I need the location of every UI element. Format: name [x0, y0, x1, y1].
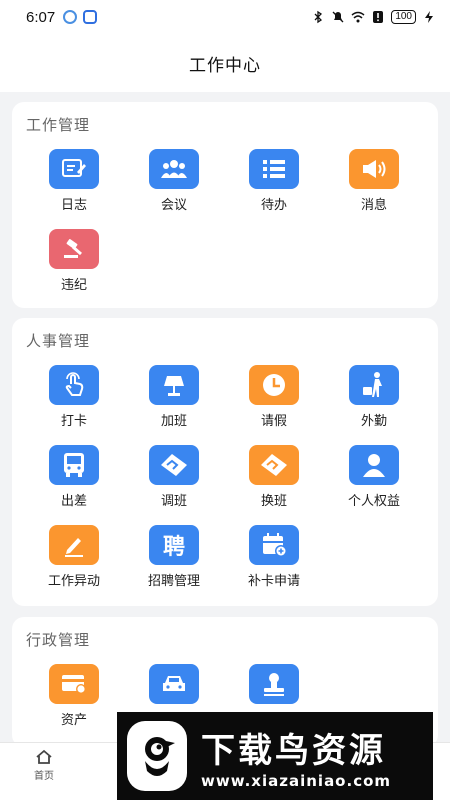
tile-discipline[interactable]: 违纪: [24, 229, 124, 301]
bird-logo-icon: [127, 721, 187, 791]
tile-label: 资产: [60, 713, 87, 728]
meeting-icon: [149, 149, 199, 189]
tile-label: 调班: [160, 494, 187, 509]
nav-home-label: 首页: [34, 771, 54, 782]
battery-indicator: 100: [391, 10, 416, 24]
section-title: 人事管理: [26, 332, 91, 350]
clock-icon: [249, 365, 299, 405]
tile-label: 违纪: [60, 278, 87, 293]
tile-label: 打卡: [60, 414, 87, 429]
section-hr-management: 人事管理 打卡 加班 请假 外勤 出差 调班 换班 个人权益 工作异动 聘 招聘…: [12, 318, 438, 606]
charging-icon: [425, 11, 433, 23]
stamp-icon: [249, 664, 299, 704]
calendar-add-icon: [249, 525, 299, 565]
tile-label: 日志: [60, 198, 87, 213]
megaphone-icon: [349, 149, 399, 189]
handshake-icon: [149, 445, 199, 485]
watermark-banner: 下载鸟资源 www.xiazainiao.com: [117, 712, 433, 800]
alert-icon: [373, 11, 384, 23]
tile-label: 工作异动: [47, 574, 100, 589]
recruit-icon: 聘: [149, 525, 199, 565]
person-icon: [349, 445, 399, 485]
section-title: 行政管理: [26, 631, 91, 649]
section-title: 工作管理: [26, 116, 91, 134]
tile-label: 请假: [260, 414, 287, 429]
tile-label: 待办: [260, 198, 287, 213]
tile-label: 外勤: [360, 414, 387, 429]
tile-shift-swap[interactable]: 换班: [224, 445, 324, 517]
recruit-icon-glyph: 聘: [162, 535, 185, 560]
tile-field-work[interactable]: 外勤: [324, 365, 424, 437]
tile-message[interactable]: 消息: [324, 149, 424, 221]
tile-recruitment[interactable]: 聘 招聘管理: [124, 525, 224, 597]
asset-card-icon: [49, 664, 99, 704]
tile-assets[interactable]: 资产: [24, 664, 124, 736]
wifi-icon: [351, 11, 365, 23]
tile-label: 个人权益: [347, 494, 400, 509]
watermark-url: www.xiazainiao.com: [201, 771, 392, 790]
tile-label: 会议: [160, 198, 187, 213]
tile-business-trip[interactable]: 出差: [24, 445, 124, 517]
notification-app-icon: [63, 10, 78, 24]
todo-list-icon: [249, 149, 299, 189]
traveler-icon: [349, 365, 399, 405]
tile-label: 出差: [60, 494, 87, 509]
home-icon: [36, 749, 52, 764]
tile-clock-in[interactable]: 打卡: [24, 365, 124, 437]
tap-icon: [49, 365, 99, 405]
status-bar: 6:07 100: [0, 0, 450, 34]
nav-home[interactable]: 首页: [9, 749, 79, 782]
watermark-text: 下载鸟资源 www.xiazainiao.com: [201, 723, 391, 790]
tile-label: 招聘管理: [147, 574, 200, 589]
lamp-icon: [149, 365, 199, 405]
tile-personal-rights[interactable]: 个人权益: [324, 445, 424, 517]
tile-label: 换班: [260, 494, 287, 509]
tile-shift-adjust[interactable]: 调班: [124, 445, 224, 517]
section-work-management: 工作管理 日志 会议 待办 消息 违纪: [12, 102, 438, 308]
page-title: 工作中心: [189, 55, 261, 76]
tile-job-change[interactable]: 工作异动: [24, 525, 124, 597]
tile-label: 消息: [360, 198, 387, 213]
tile-clock-correction[interactable]: 补卡申请: [224, 525, 324, 597]
mute-bell-icon: [332, 11, 344, 23]
bus-icon: [49, 445, 99, 485]
tile-overtime[interactable]: 加班: [124, 365, 224, 437]
tile-label: 补卡申请: [247, 574, 300, 589]
tile-meeting[interactable]: 会议: [124, 149, 224, 221]
status-time: 6:07: [26, 8, 56, 26]
watermark-title: 下载鸟资源: [201, 730, 386, 771]
journal-icon: [49, 149, 99, 189]
car-icon: [149, 664, 199, 704]
tile-journal[interactable]: 日志: [24, 149, 124, 221]
notification-app-icon-2: [83, 10, 98, 24]
handshake-icon: [249, 445, 299, 485]
pen-icon: [49, 525, 99, 565]
gavel-icon: [49, 229, 99, 269]
tile-todo[interactable]: 待办: [224, 149, 324, 221]
tile-label: 加班: [160, 414, 187, 429]
page-header: 工作中心: [0, 34, 450, 92]
tile-leave[interactable]: 请假: [224, 365, 324, 437]
bluetooth-icon: [314, 10, 323, 24]
